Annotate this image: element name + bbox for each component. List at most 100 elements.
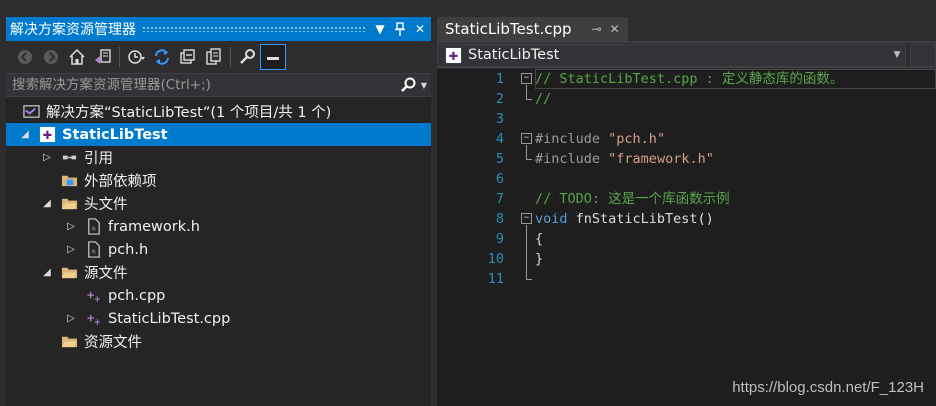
pending-changes-icon[interactable] [123, 44, 149, 70]
collapsed-arrow-icon[interactable]: ▷ [64, 220, 78, 234]
line-number: 7 [495, 191, 504, 207]
solution-explorer-toolbar [6, 41, 431, 73]
project-scope-dropdown[interactable]: ✚ StaticLibTest ▼ [437, 43, 907, 67]
search-icon[interactable]: ▼ [399, 74, 431, 96]
code-line-7: // TODO: 这是一个库函数示例 [535, 189, 936, 209]
fold-guide [526, 145, 527, 159]
code-editor-panel: StaticLibTest.cpp ⊸ ✕ ✚ StaticLibTest ▼ … [437, 17, 936, 406]
line-number-gutter: 1 2 3 4 5 6 7 8 9 10 11 [437, 69, 507, 406]
titlebar-grip[interactable] [142, 26, 365, 32]
solution-icon [22, 103, 40, 121]
code-line-4: #include "pch.h" [535, 129, 936, 149]
code-line-10: } [535, 249, 936, 269]
expanded-arrow-icon[interactable]: ◢ [40, 197, 54, 211]
collapse-region-icon[interactable]: − [521, 213, 532, 224]
solution-explorer-titlebar: 解决方案资源管理器 ▼ ✕ [6, 17, 431, 41]
tab-label: StaticLibTest.cpp [445, 20, 572, 38]
collapsed-arrow-icon[interactable]: ▷ [64, 243, 78, 257]
close-tab-icon[interactable]: ✕ [610, 22, 620, 36]
tree-item-label: 头文件 [84, 197, 128, 213]
fold-guide [526, 225, 527, 279]
folder-icon [60, 195, 78, 213]
tree-item-header-files[interactable]: ◢ 头文件 [6, 192, 431, 215]
svg-text:✚: ✚ [448, 49, 458, 63]
tree-item-label: 源文件 [84, 266, 128, 282]
fold-guide [526, 85, 527, 99]
tree-item-references[interactable]: ▷ 引用 [6, 146, 431, 169]
header-file-icon: h [84, 218, 102, 236]
tree-item-label: StaticLibTest.cpp [108, 310, 231, 327]
forward-icon[interactable] [38, 44, 64, 70]
project-icon: ✚ [38, 126, 56, 144]
search-input[interactable] [12, 77, 399, 93]
tree-item-label: pch.cpp [108, 287, 166, 304]
expanded-arrow-icon[interactable]: ◢ [18, 128, 32, 142]
chevron-down-icon[interactable]: ▼ [889, 50, 905, 60]
preview-icon[interactable] [260, 44, 286, 70]
tree-item-label: framework.h [108, 218, 200, 235]
tree-item-label: 外部依赖项 [84, 174, 157, 190]
line-number: 11 [487, 271, 504, 287]
svg-text:h: h [92, 249, 96, 255]
line-number: 2 [495, 91, 504, 107]
code-line-8: void fnStaticLibTest() [535, 209, 936, 229]
tab-staticlibtest-cpp[interactable]: StaticLibTest.cpp ⊸ ✕ [437, 17, 628, 41]
comment-token: // [535, 91, 552, 107]
line-number: 3 [495, 111, 504, 127]
brace-token: { [535, 231, 544, 247]
close-icon[interactable]: ✕ [411, 19, 429, 39]
tree-item-staticlibtest-cpp[interactable]: ▷ + + StaticLibTest.cpp [6, 307, 431, 330]
collapsed-arrow-icon[interactable]: ▷ [64, 312, 78, 326]
comment-token: // TODO: 这是一个库函数示例 [535, 191, 730, 207]
code-text-area[interactable]: 1 2 3 4 5 6 7 8 9 10 11 − − − // StaticL… [437, 69, 936, 406]
line-number: 5 [495, 151, 504, 167]
search-box: ▼ [6, 73, 431, 97]
comment-token: // StaticLibTest.cpp : 定义静态库的函数。 [535, 71, 844, 87]
properties-icon[interactable] [234, 44, 260, 70]
string-token: "pch.h" [608, 131, 666, 147]
collapse-all-icon[interactable] [175, 44, 201, 70]
collapse-region-icon[interactable]: − [521, 73, 532, 84]
show-all-files-icon[interactable] [201, 44, 227, 70]
toolbar-separator [230, 47, 231, 67]
folder-icon [60, 333, 78, 351]
member-scope-dropdown[interactable] [910, 43, 936, 67]
fold-guide-end [526, 159, 532, 160]
tree-item-label: StaticLibTest [62, 126, 168, 143]
line-number: 6 [495, 171, 504, 187]
tree-item-label: 引用 [84, 151, 113, 167]
folder-icon [60, 264, 78, 282]
tree-item-source-files[interactable]: ◢ 源文件 [6, 261, 431, 284]
tree-item-pch-h[interactable]: ▷ h pch.h [6, 238, 431, 261]
pin-icon[interactable] [391, 19, 409, 39]
tree-item-pch-cpp[interactable]: + + pch.cpp [6, 284, 431, 307]
line-number: 10 [487, 251, 504, 267]
tree-item-project[interactable]: ◢ ✚ StaticLibTest [6, 123, 431, 146]
sync-icon[interactable] [149, 44, 175, 70]
svg-text:h: h [92, 226, 96, 232]
fold-guide-end [526, 99, 532, 100]
line-number: 8 [495, 211, 504, 227]
back-icon[interactable] [12, 44, 38, 70]
watermark: https://blog.csdn.net/F_123H [732, 379, 924, 396]
header-file-icon: h [84, 241, 102, 259]
tree-item-resource-files[interactable]: 资源文件 [6, 330, 431, 353]
expanded-arrow-icon[interactable]: ◢ [40, 266, 54, 280]
window-position-dropdown-icon[interactable]: ▼ [371, 19, 389, 39]
pin-tab-icon[interactable]: ⊸ [592, 22, 602, 36]
switch-views-icon[interactable] [90, 44, 116, 70]
code-line-9: { [535, 229, 936, 249]
external-deps-icon [60, 172, 78, 190]
solution-explorer-panel: 解决方案资源管理器 ▼ ✕ ▼ 解决方案“StaticLibTest”(1 [6, 17, 431, 406]
collapsed-arrow-icon[interactable]: ▷ [40, 151, 54, 165]
collapse-region-icon[interactable]: − [521, 133, 532, 144]
tree-item-solution[interactable]: 解决方案“StaticLibTest”(1 个项目/共 1 个) [6, 100, 431, 123]
toolbar-separator [119, 47, 120, 67]
tree-item-framework-h[interactable]: ▷ h framework.h [6, 215, 431, 238]
tree-item-external-deps[interactable]: 外部依赖项 [6, 169, 431, 192]
document-tab-strip: StaticLibTest.cpp ⊸ ✕ [437, 17, 936, 41]
search-options-chevron-icon[interactable]: ▼ [421, 81, 427, 90]
home-icon[interactable] [64, 44, 90, 70]
tree-item-label: pch.h [108, 241, 149, 258]
line-number: 4 [495, 131, 504, 147]
